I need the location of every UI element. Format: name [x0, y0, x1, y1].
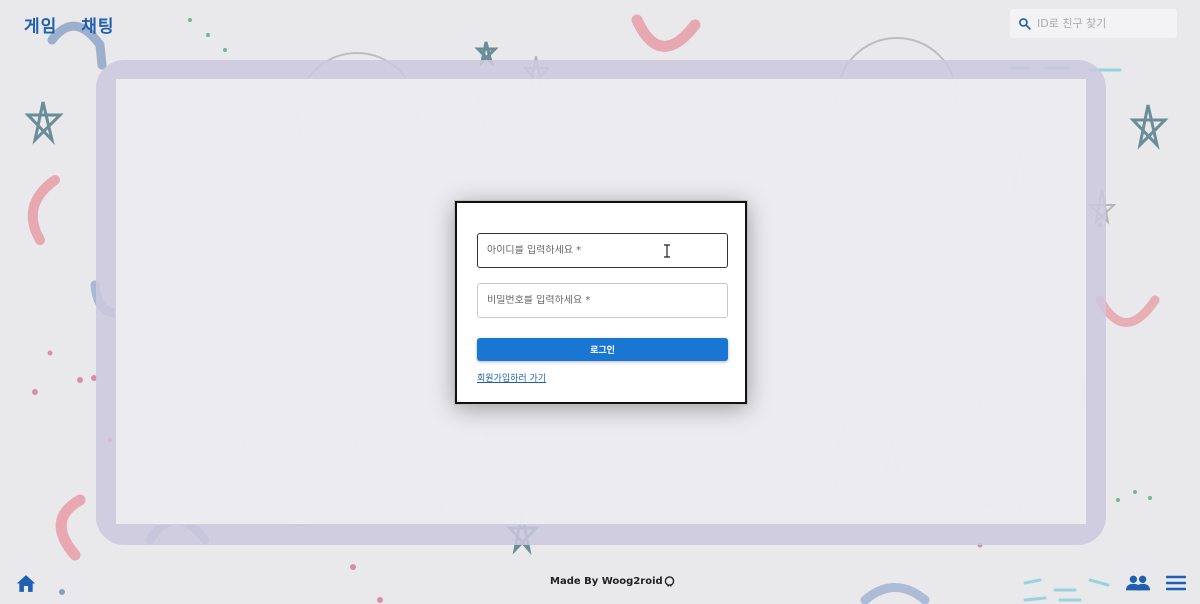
signup-link[interactable]: 회원가입하러 가기: [477, 371, 546, 384]
id-input[interactable]: [487, 245, 707, 256]
password-input[interactable]: [487, 295, 707, 306]
friend-search-box[interactable]: [1010, 9, 1177, 38]
text-cursor-icon: [664, 244, 670, 258]
top-nav: 게임 채팅: [24, 12, 115, 37]
password-field[interactable]: [477, 283, 728, 318]
footer-credit: Made By Woog2roid: [550, 576, 675, 587]
menu-button[interactable]: [1165, 575, 1187, 595]
home-icon: [16, 575, 36, 592]
search-icon: [1019, 18, 1031, 30]
friends-button[interactable]: [1126, 574, 1150, 596]
nav-chat-link[interactable]: 채팅: [81, 12, 114, 37]
footer-credit-text: Made By Woog2roid: [550, 576, 663, 587]
menu-icon: [1165, 575, 1187, 591]
nav-game-link[interactable]: 게임: [24, 12, 57, 37]
github-icon[interactable]: [664, 576, 675, 587]
login-button[interactable]: 로그인: [477, 338, 728, 361]
home-button[interactable]: [16, 574, 36, 597]
id-field[interactable]: [477, 233, 728, 268]
friend-search-input[interactable]: [1037, 17, 1167, 30]
friends-icon: [1126, 575, 1150, 591]
login-modal: 로그인 회원가입하러 가기: [455, 201, 747, 404]
